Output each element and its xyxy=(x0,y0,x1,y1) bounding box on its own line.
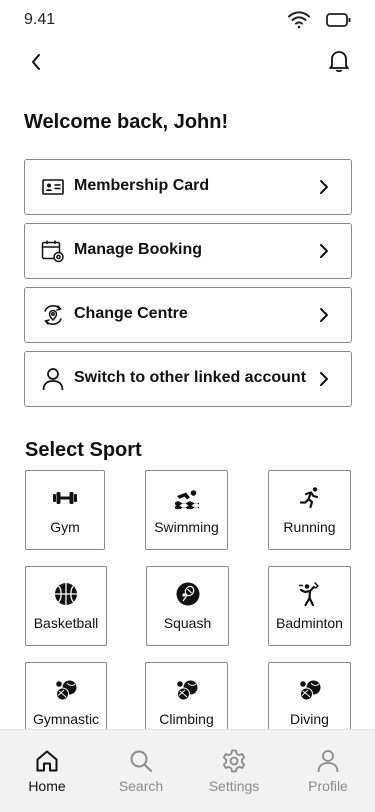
sport-label: Badminton xyxy=(276,615,343,631)
select-sport-heading: Select Sport xyxy=(25,439,142,461)
bottom-nav: Home Search Settings Profile xyxy=(0,729,375,812)
sport-label: Swimming xyxy=(154,519,219,535)
status-time: 9.41 xyxy=(24,11,56,28)
battery-icon xyxy=(326,12,352,28)
sport-label: Diving xyxy=(290,711,329,727)
profile-icon xyxy=(281,748,375,774)
tab-profile[interactable]: Profile xyxy=(281,730,375,812)
switch-account-label: Switch to other linked account xyxy=(74,369,307,386)
badminton-icon xyxy=(269,581,350,607)
sport-label: Gymnastic xyxy=(32,711,100,727)
sport-label: Squash xyxy=(163,615,212,631)
runner-icon xyxy=(269,485,350,511)
manage-booking-button[interactable]: Manage Booking xyxy=(24,223,352,279)
sports-balls-icon xyxy=(146,677,227,703)
tab-label: Search xyxy=(118,778,164,794)
change-centre-label: Change Centre xyxy=(74,305,188,322)
bell-icon xyxy=(328,49,350,78)
sport-tile-swimming[interactable]: Swimming xyxy=(145,470,228,550)
chevron-left-icon xyxy=(30,53,42,76)
id-card-icon xyxy=(41,173,65,201)
sport-label: Gym xyxy=(50,519,80,535)
sport-label: Basketball xyxy=(33,615,99,631)
sports-balls-icon xyxy=(26,677,106,703)
home-icon xyxy=(0,748,94,774)
sport-tile-running[interactable]: Running xyxy=(268,470,351,550)
sport-label: Running xyxy=(283,519,336,535)
sport-label: Climbing xyxy=(159,711,214,727)
back-button[interactable] xyxy=(22,50,50,78)
tab-settings[interactable]: Settings xyxy=(187,730,281,812)
sport-tile-squash[interactable]: Squash xyxy=(146,566,229,646)
dumbbell-icon xyxy=(26,485,104,511)
chevron-right-icon xyxy=(317,240,331,262)
squash-icon xyxy=(147,581,228,607)
basketball-icon xyxy=(26,581,106,607)
sport-tile-badminton[interactable]: Badminton xyxy=(268,566,351,646)
menu-list: Membership Card Manage Booking Change Ce… xyxy=(24,159,352,415)
membership-card-button[interactable]: Membership Card xyxy=(24,159,352,215)
chevron-right-icon xyxy=(317,368,331,390)
tab-search[interactable]: Search xyxy=(94,730,188,812)
wifi-icon xyxy=(287,10,311,30)
notifications-button[interactable] xyxy=(325,48,353,78)
welcome-heading: Welcome back, John! xyxy=(24,111,229,133)
calendar-settings-icon xyxy=(41,237,65,265)
tab-label: Profile xyxy=(308,778,348,794)
membership-card-label: Membership Card xyxy=(74,177,210,194)
swimmer-icon xyxy=(146,485,227,511)
search-icon xyxy=(94,748,188,774)
user-icon xyxy=(41,365,65,393)
chevron-right-icon xyxy=(317,176,331,198)
chevron-right-icon xyxy=(317,304,331,326)
change-centre-button[interactable]: Change Centre xyxy=(24,287,352,343)
tab-home[interactable]: Home xyxy=(0,730,94,812)
manage-booking-label: Manage Booking xyxy=(74,241,203,258)
sport-tile-basketball[interactable]: Basketball xyxy=(25,566,107,646)
sports-balls-icon xyxy=(269,677,350,703)
gear-icon xyxy=(187,748,281,774)
switch-account-button[interactable]: Switch to other linked account xyxy=(24,351,352,407)
status-bar: 9.41 xyxy=(0,0,375,40)
location-refresh-icon xyxy=(41,301,65,329)
tab-label: Settings xyxy=(208,778,260,794)
tab-label: Home xyxy=(28,778,66,794)
sport-tile-gym[interactable]: Gym xyxy=(25,470,105,550)
top-nav xyxy=(0,44,375,84)
